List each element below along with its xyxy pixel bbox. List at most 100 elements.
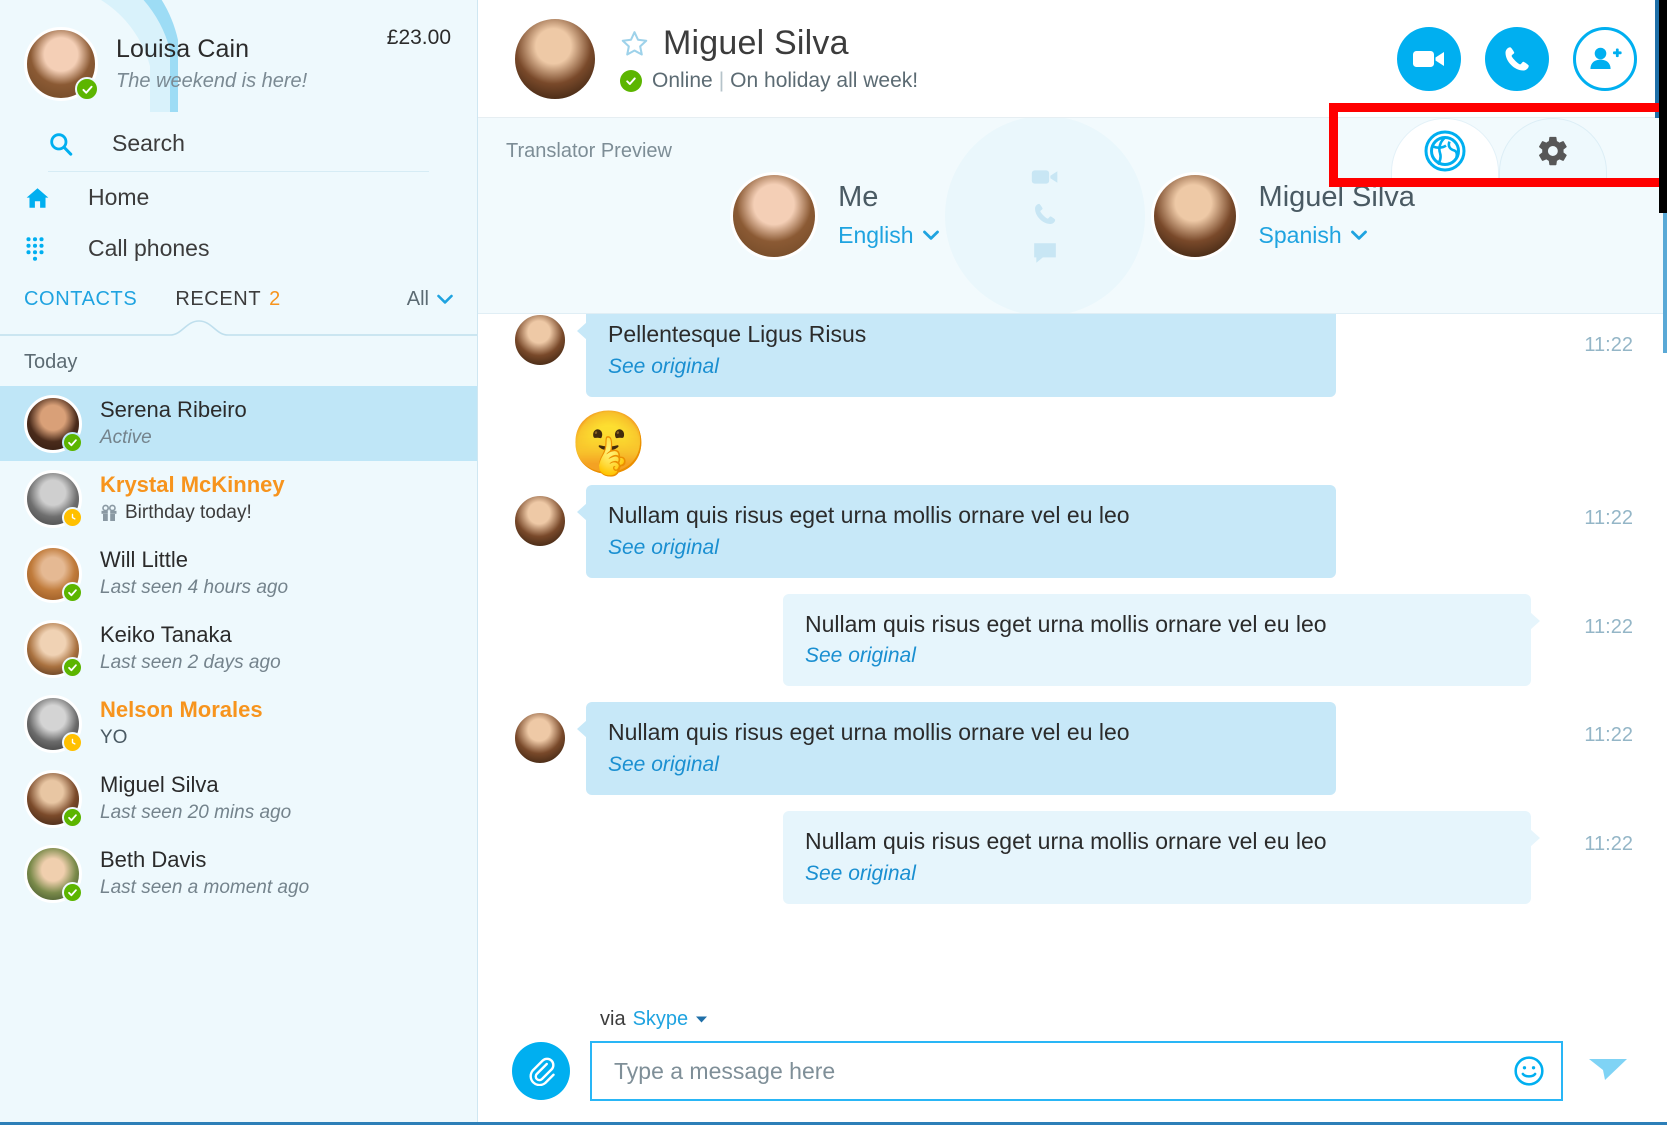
presence-badge-away [62,731,83,753]
see-original-link[interactable]: See original [608,536,1314,560]
status-text: Online [652,69,713,92]
message-timestamp: 11:22 [1584,334,1633,356]
contact-name: Nelson Morales [100,697,263,723]
list-item[interactable]: Nelson Morales YO [0,686,477,761]
message-input-placeholder: Type a message here [614,1057,836,1084]
profile-mood[interactable]: The weekend is here! [116,70,387,93]
contact-status: YO [100,726,128,748]
video-camera-icon [1413,50,1444,67]
avatar [512,492,568,549]
via-service-selector[interactable]: via Skype [600,1008,1633,1031]
message-composer: via Skype Type a message here [478,1008,1667,1125]
message-bubble[interactable]: Nullam quis risus eget urna mollis ornar… [577,702,1336,795]
add-person-icon [1590,47,1622,69]
day-separator: Today [24,351,78,373]
message-input[interactable]: Type a message here [590,1041,1563,1101]
sidebar-item-home-label: Home [88,184,150,210]
message-bubble[interactable]: Nullam quis risus eget urna mollis ornar… [783,811,1540,904]
see-original-link[interactable]: See original [608,753,1314,777]
translator-me-language-dropdown[interactable]: English [838,222,939,249]
message-bubble[interactable]: Nullam quis risus eget urna mollis ornar… [783,593,1540,687]
message-timestamp: 11:22 [1584,506,1633,529]
window-right-black-bar [1659,0,1667,213]
translator-other: Miguel Silva Spanish [1150,171,1415,260]
phone-icon [1034,203,1055,224]
emoji-sticker: 🤫 [570,408,648,478]
contact-name: Krystal McKinney [100,472,285,498]
user-profile[interactable]: Louisa Cain The weekend is here! £23.00 [0,0,477,120]
mood-text: On holiday all week! [730,69,919,92]
gift-icon [101,504,117,522]
chevron-down-icon [922,230,939,240]
filter-dropdown-label: All [406,288,429,310]
avatar[interactable] [512,15,598,102]
see-original-link[interactable]: See original [805,862,1509,886]
globe-icon [1424,130,1466,171]
message-list[interactable]: Pellentesque Ligus Risus See original 11… [478,314,1667,1008]
avatar [24,544,83,603]
avatar [24,619,83,678]
search-input[interactable]: Search [48,120,429,172]
scrollbar-track[interactable] [1663,213,1667,353]
skype-credit[interactable]: £23.00 [387,26,451,50]
smiley-icon [1514,1056,1544,1086]
message-bubble[interactable]: Pellentesque Ligus Risus See original [577,314,1336,397]
list-item[interactable]: Serena Ribeiro Active [0,386,477,461]
presence-badge-away [62,506,83,528]
presence-badge-online [62,581,83,603]
tab-recent[interactable]: RECENT 2 [175,288,281,311]
sender-avatar-image [512,492,568,549]
message-bubble[interactable]: Nullam quis risus eget urna mollis ornar… [577,484,1336,578]
filter-dropdown[interactable]: All [407,288,453,311]
add-people-button[interactable] [1573,26,1637,91]
settings-tab[interactable] [1499,118,1607,182]
sidebar: Louisa Cain The weekend is here! £23.00 … [0,0,478,1125]
list-item[interactable]: Keiko Tanaka Last seen 2 days ago [0,611,477,686]
gear-icon [1539,136,1567,165]
sidebar-item-home[interactable]: Home [0,172,477,223]
attach-file-button[interactable] [512,1042,570,1100]
emoji-picker-button[interactable] [1513,1055,1545,1087]
presence-badge-online [62,806,83,828]
presence-badge-online [62,656,83,678]
avatar[interactable] [24,27,99,101]
contact-status: Active [100,426,152,448]
sender-avatar-image [512,710,568,767]
see-original-link[interactable]: See original [805,644,1509,668]
chat-bubble-icon [1033,242,1056,263]
video-call-button[interactable] [1397,26,1461,91]
send-message-button[interactable] [1583,1054,1633,1089]
avatar [24,469,83,528]
presence-badge-online [620,70,642,92]
translator-other-language-dropdown[interactable]: Spanish [1259,222,1415,249]
contact-status: Last seen 4 hours ago [100,576,289,598]
list-item[interactable]: Beth Davis Last seen a moment ago [0,836,477,911]
translator-me-name: Me [838,181,879,214]
avatar [512,710,568,767]
message-row: Pellentesque Ligus Risus See original 11… [478,314,1667,397]
via-prefix-label: via [600,1008,626,1030]
translator-tab[interactable] [1391,118,1499,182]
chat-header-actions [1397,26,1637,91]
list-item[interactable]: Miguel Silva Last seen 20 mins ago [0,761,477,836]
via-service-label[interactable]: Skype [633,1008,689,1031]
contact-name: Will Little [100,547,189,573]
tab-contacts[interactable]: CONTACTS [24,288,137,311]
see-original-link[interactable]: See original [608,355,1314,379]
list-item[interactable]: Will Little Last seen 4 hours ago [0,536,477,611]
message-timestamp: 11:22 [1584,615,1633,638]
avatar [730,171,819,260]
contact-status: Last seen 20 mins ago [100,801,292,823]
translator-other-language-label: Spanish [1258,221,1342,248]
phone-icon [1505,46,1529,70]
contact-name: Keiko Tanaka [100,622,232,648]
voice-call-button[interactable] [1485,26,1549,91]
avatar [24,694,83,753]
star-icon[interactable] [620,29,649,58]
sidebar-item-call-phones[interactable]: Call phones [0,223,477,274]
search-placeholder: Search [112,130,185,156]
list-item[interactable]: Krystal McKinney Birthday today! [0,461,477,536]
contact-status: Last seen a moment ago [100,876,310,898]
message-row: Nullam quis risus eget urna mollis ornar… [478,702,1667,795]
translator-me: Me English [730,171,939,260]
